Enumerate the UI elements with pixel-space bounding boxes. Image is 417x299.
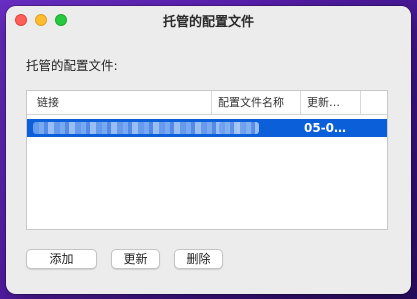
column-header-link[interactable]: 链接: [31, 91, 211, 114]
table-header: 链接 配置文件名称 更新…: [27, 91, 387, 115]
updated-cell: 05-0…: [304, 121, 347, 135]
delete-button[interactable]: 删除: [174, 249, 223, 269]
column-header-updated[interactable]: 更新…: [300, 91, 360, 114]
title-bar: 托管的配置文件: [6, 6, 411, 34]
table-row[interactable]: 05-0…: [27, 119, 387, 137]
update-button[interactable]: 更新: [111, 249, 160, 269]
blurred-name-cell: [219, 122, 259, 134]
section-label: 托管的配置文件:: [26, 58, 118, 73]
profiles-table: 链接 配置文件名称 更新… 05-0…: [26, 90, 388, 230]
column-header-profile-name[interactable]: 配置文件名称: [211, 91, 300, 114]
column-header-extra[interactable]: [360, 91, 388, 114]
add-button[interactable]: 添加: [26, 249, 97, 269]
window-title: 托管的配置文件: [162, 15, 254, 30]
managed-profiles-window: 托管的配置文件 托管的配置文件: 链接 配置文件名称 更新… 05-0… 添加 …: [6, 6, 411, 294]
